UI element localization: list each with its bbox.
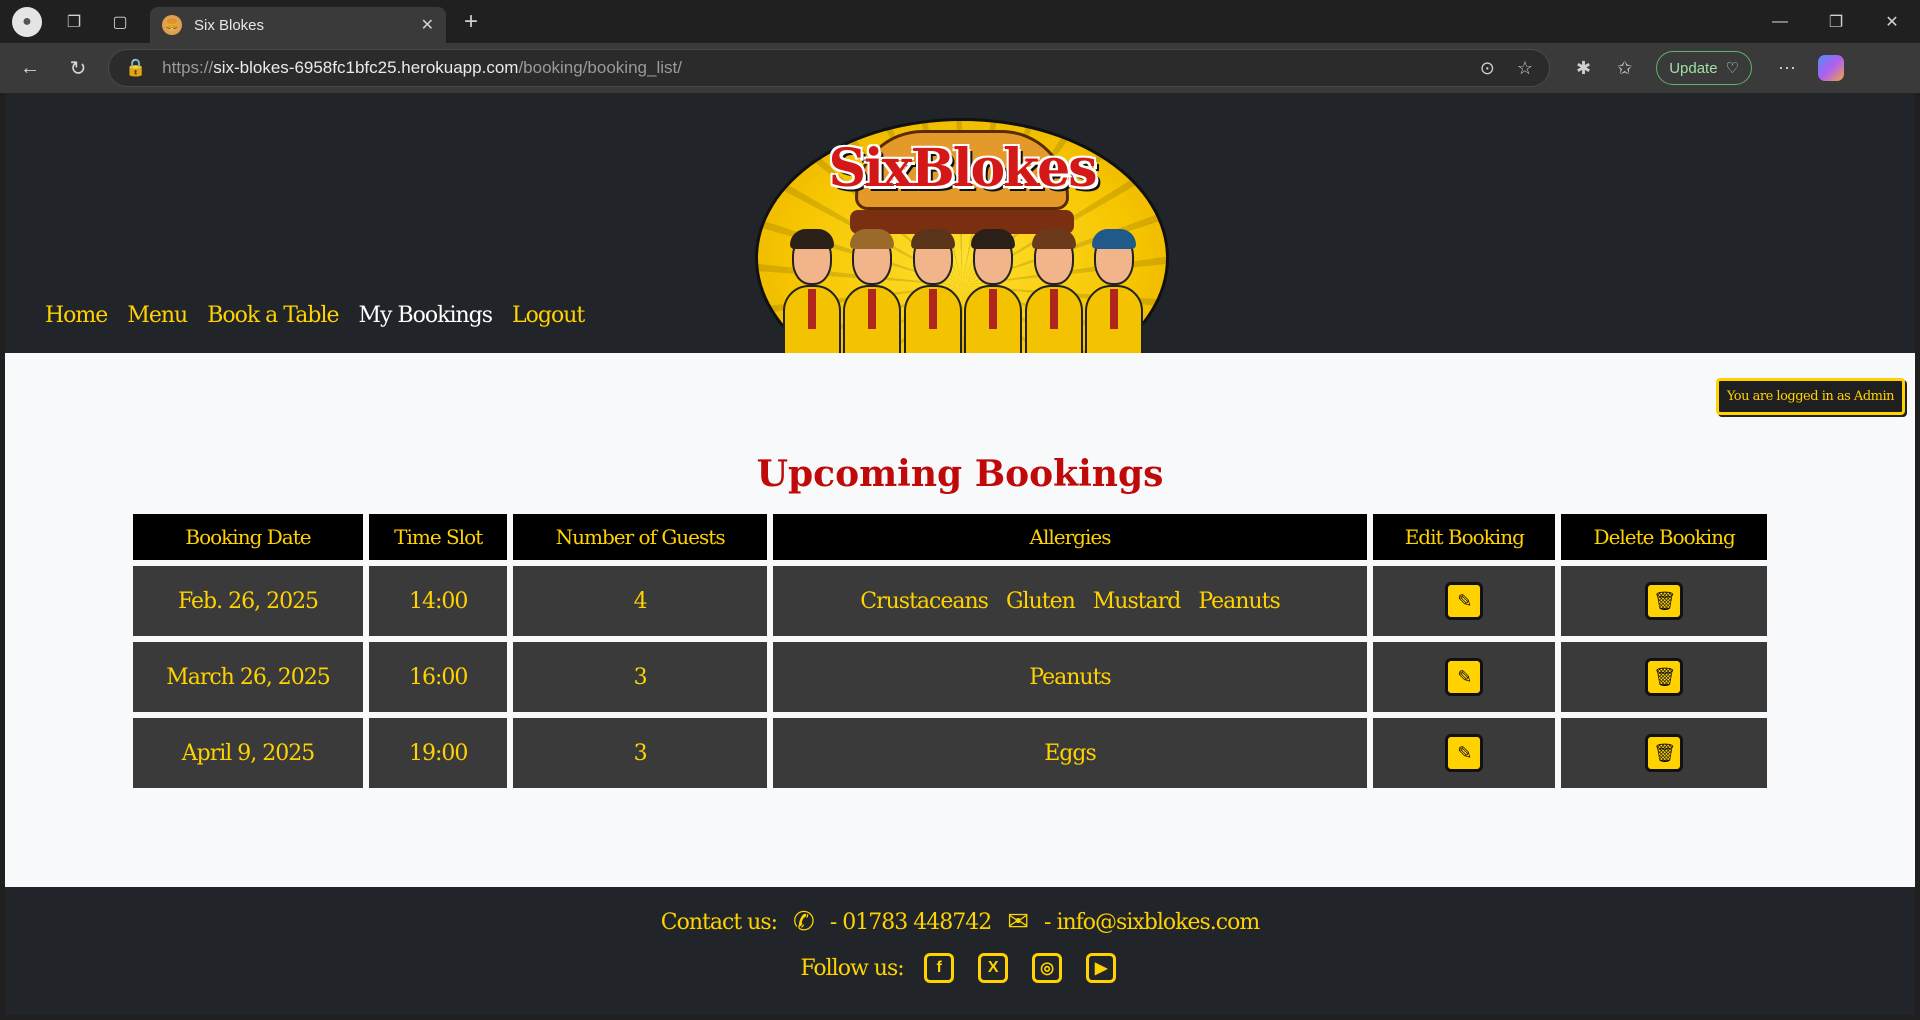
logged-in-badge: You are logged in as Admin: [1715, 378, 1905, 415]
allergy-tag: Gluten: [1005, 588, 1076, 614]
minimize-icon[interactable]: —: [1752, 0, 1808, 43]
guest-count: 3: [513, 718, 767, 788]
page-title: Upcoming Bookings: [756, 453, 1164, 495]
edit-cell: ✎: [1373, 642, 1556, 712]
col-number-of-guests: Number of Guests: [513, 514, 767, 560]
col-edit-booking: Edit Booking: [1373, 514, 1556, 560]
table-row: April 9, 2025 19:00 3 Eggs ✎ 🗑: [133, 718, 1767, 788]
extensions-icon[interactable]: ✱: [1576, 58, 1591, 79]
table-header-row: Booking Date Time Slot Number of Guests …: [133, 514, 1767, 560]
time-slot: 14:00: [369, 566, 508, 636]
site-logo[interactable]: SixBlokes: [755, 118, 1169, 353]
profile-icon[interactable]: ●: [12, 6, 42, 37]
logo-text: SixBlokes: [828, 138, 1097, 199]
bookings-table-container: Booking Date Time Slot Number of Guests …: [127, 508, 1773, 794]
edit-pencil-icon[interactable]: ✎: [1445, 734, 1484, 772]
booking-date: March 26, 2025: [133, 642, 363, 712]
col-time-slot: Time Slot: [369, 514, 508, 560]
delete-trash-icon[interactable]: 🗑: [1645, 658, 1684, 696]
workspaces-icon[interactable]: ❐: [58, 6, 90, 38]
col-delete-booking: Delete Booking: [1561, 514, 1767, 560]
delete-trash-icon[interactable]: 🗑: [1645, 582, 1684, 620]
phone-icon: ✆: [793, 907, 815, 937]
favorite-star-icon[interactable]: ☆: [1517, 58, 1533, 79]
instagram-icon[interactable]: ◎: [1031, 953, 1062, 983]
table-row: March 26, 2025 16:00 3 Peanuts ✎ 🗑: [133, 642, 1767, 712]
six-blokes-illustration: [783, 229, 1143, 353]
read-aloud-icon[interactable]: ⊙: [1480, 58, 1495, 79]
bookings-table: Booking Date Time Slot Number of Guests …: [127, 508, 1773, 794]
update-label: Update: [1669, 59, 1718, 77]
guest-count: 4: [513, 566, 767, 636]
guest-count: 3: [513, 642, 767, 712]
url-path: /booking/booking_list/: [518, 58, 682, 77]
time-slot: 16:00: [369, 642, 508, 712]
follow-label: Follow us:: [800, 955, 904, 981]
allergy-tag: Peanuts: [1029, 664, 1111, 690]
window-controls: — ❐ ✕: [1752, 0, 1920, 43]
browser-toolbar: ← ↻ 🔒 https:// six-blokes-6958fc1bfc25.h…: [0, 43, 1920, 93]
heart-pulse-icon: ♡: [1725, 60, 1740, 77]
nav-my-bookings[interactable]: My Bookings: [359, 303, 494, 328]
envelope-icon: ✉: [1007, 907, 1029, 937]
allergy-tag: Crustaceans: [860, 588, 989, 614]
nav-book-a-table[interactable]: Book a Table: [207, 303, 339, 328]
close-tab-icon[interactable]: ✕: [421, 15, 434, 35]
url-scheme: https://: [162, 58, 214, 77]
x-icon[interactable]: X: [977, 953, 1008, 983]
allergies-cell: Peanuts: [772, 642, 1368, 712]
facebook-icon[interactable]: f: [923, 953, 954, 983]
delete-cell: 🗑: [1561, 566, 1767, 636]
allergies-cell: Crustaceans Gluten Mustard Peanuts: [772, 566, 1368, 636]
table-row: Feb. 26, 2025 14:00 4 Crustaceans Gluten…: [133, 566, 1767, 636]
lock-icon[interactable]: 🔒: [125, 58, 146, 78]
phone-number[interactable]: - 01783 448742: [830, 910, 992, 935]
booking-date: Feb. 26, 2025: [133, 566, 363, 636]
tab-actions-icon[interactable]: ▢: [104, 6, 136, 38]
restore-icon[interactable]: ❐: [1808, 0, 1864, 43]
tab-title: Six Blokes: [194, 16, 265, 34]
edit-pencil-icon[interactable]: ✎: [1445, 582, 1484, 620]
booking-date: April 9, 2025: [133, 718, 363, 788]
allergy-tag: Eggs: [1044, 740, 1097, 766]
edit-cell: ✎: [1373, 718, 1556, 788]
back-icon[interactable]: ←: [12, 50, 48, 86]
refresh-icon[interactable]: ↻: [60, 50, 96, 86]
edit-pencil-icon[interactable]: ✎: [1445, 658, 1484, 696]
more-icon[interactable]: ⋯: [1778, 58, 1796, 79]
social-row: Follow us: f X ◎ ▶: [5, 953, 1915, 983]
edit-cell: ✎: [1373, 566, 1556, 636]
update-button[interactable]: Update ♡: [1656, 51, 1753, 85]
allergy-tag: Peanuts: [1198, 588, 1280, 614]
nav-menu[interactable]: Menu: [127, 303, 188, 328]
browser-tab[interactable]: 🍔 Six Blokes ✕: [150, 7, 446, 43]
favorites-icon[interactable]: ✩: [1617, 58, 1632, 79]
burger-favicon-icon: 🍔: [162, 15, 182, 35]
delete-cell: 🗑: [1561, 718, 1767, 788]
close-window-icon[interactable]: ✕: [1864, 0, 1920, 43]
new-tab-icon[interactable]: +: [464, 8, 478, 36]
nav-home[interactable]: Home: [45, 303, 108, 328]
site-header: Home Menu Book a Table My Bookings Logou…: [5, 93, 1915, 353]
browser-tabbar: ● ❐ ▢ 🍔 Six Blokes ✕ + — ❐ ✕: [0, 0, 1920, 43]
email-address[interactable]: - info@sixblokes.com: [1044, 910, 1260, 935]
nav-logout[interactable]: Logout: [512, 303, 585, 328]
delete-cell: 🗑: [1561, 642, 1767, 712]
contact-row: Contact us: ✆ - 01783 448742 ✉ - info@si…: [5, 907, 1915, 937]
time-slot: 19:00: [369, 718, 508, 788]
copilot-icon[interactable]: [1818, 55, 1845, 81]
allergy-tag: Mustard: [1092, 588, 1182, 614]
url-host: six-blokes-6958fc1bfc25.herokuapp.com: [213, 58, 519, 77]
contact-label: Contact us:: [660, 909, 778, 935]
allergies-cell: Eggs: [772, 718, 1368, 788]
col-booking-date: Booking Date: [133, 514, 363, 560]
col-allergies: Allergies: [772, 514, 1368, 560]
web-page: Home Menu Book a Table My Bookings Logou…: [5, 93, 1915, 1015]
site-footer: Contact us: ✆ - 01783 448742 ✉ - info@si…: [5, 887, 1915, 1015]
youtube-icon[interactable]: ▶: [1085, 953, 1116, 983]
main-nav: Home Menu Book a Table My Bookings Logou…: [45, 303, 585, 328]
address-bar[interactable]: 🔒 https:// six-blokes-6958fc1bfc25.herok…: [108, 49, 1550, 87]
delete-trash-icon[interactable]: 🗑: [1645, 734, 1684, 772]
